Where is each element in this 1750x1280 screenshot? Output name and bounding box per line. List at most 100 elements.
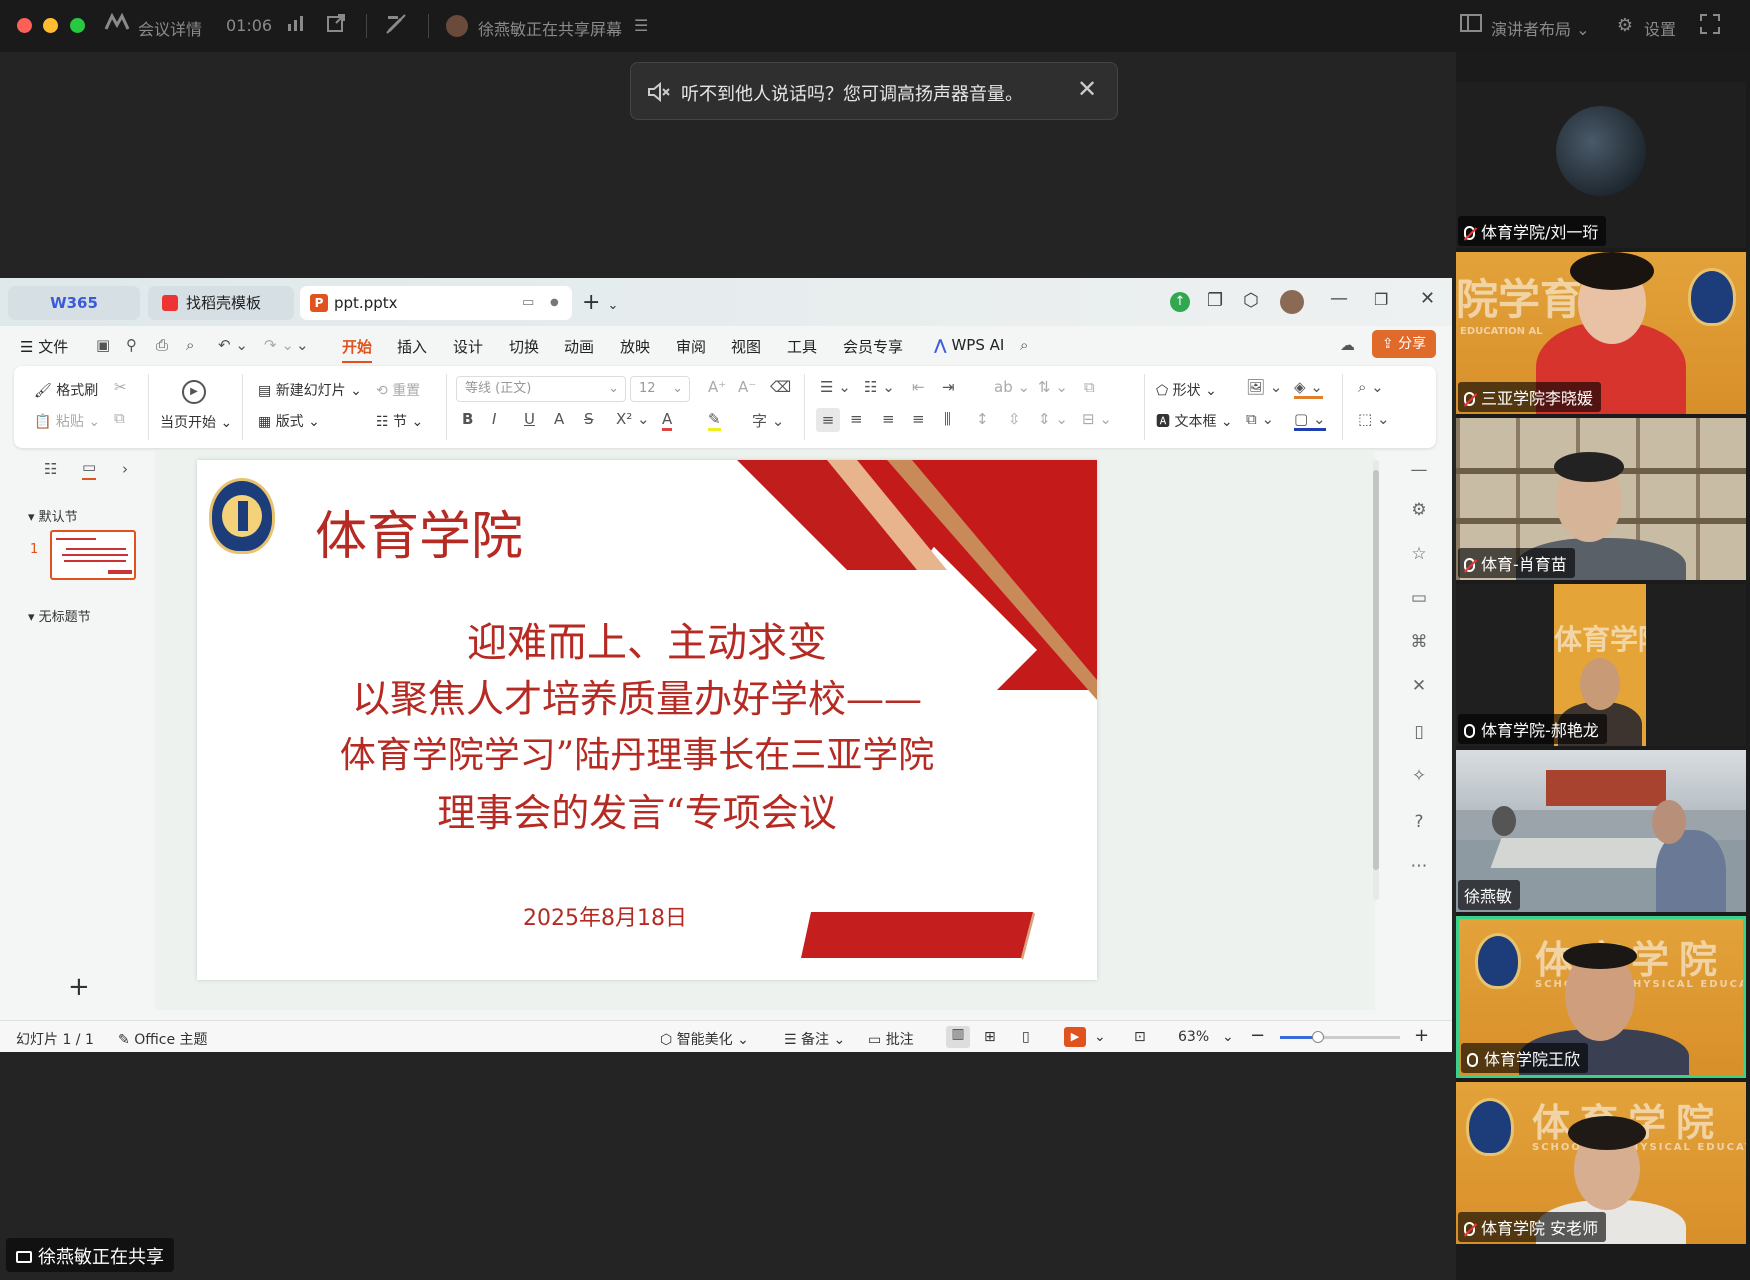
thumbnail-view-icon[interactable]: ▭ — [82, 458, 97, 480]
close-window-button[interactable] — [17, 18, 32, 33]
expand-pane-icon[interactable]: › — [122, 460, 128, 478]
collapse-icon[interactable]: — — [1407, 460, 1431, 484]
layout-button[interactable]: 演讲者布局 ⌄ — [1491, 16, 1590, 40]
minimize-window-button[interactable] — [43, 18, 58, 33]
tab-w365[interactable]: W365 — [8, 286, 140, 320]
participant-tile[interactable]: 体育学院 体育学院-郝艳龙 — [1456, 584, 1746, 746]
font-size-select[interactable]: 12 ⌄ — [630, 376, 690, 402]
strikethrough-icon[interactable]: S — [584, 410, 594, 428]
numbering-icon[interactable]: ☷ ⌄ — [864, 378, 895, 396]
book-icon[interactable]: ▯ — [1407, 722, 1431, 746]
upload-icon[interactable]: ↑ — [1170, 292, 1190, 312]
slide[interactable]: 体育学院 迎难而上、主动求变 以聚焦人才培养质量办好学校—— 体育学院学习”陆丹… — [197, 460, 1097, 980]
decrease-indent-icon[interactable]: ⇤ — [912, 378, 925, 396]
highlight-icon[interactable]: ✎ — [708, 410, 721, 431]
superscript-icon[interactable]: X² ⌄ — [616, 410, 650, 428]
file-menu[interactable]: ☰ 文件 — [20, 336, 68, 357]
settings-button[interactable]: 设置 — [1644, 16, 1676, 40]
slideshow-play-icon[interactable]: ▶ — [1064, 1027, 1086, 1047]
participant-tile-active[interactable]: 体育学院 SCHOOL OF PHYSICAL EDUCATION 体育学院王欣 — [1456, 916, 1746, 1078]
reading-view-icon[interactable]: ▯ — [1022, 1029, 1030, 1045]
gear-icon[interactable]: ⚙ — [1612, 13, 1638, 39]
save-icon[interactable]: ▣ — [96, 336, 110, 354]
section-dropdown[interactable]: ☷ 节 ⌄ — [376, 411, 423, 431]
participant-tile[interactable]: 院学育 EDUCATION AL 三亚学院李晓媛 — [1456, 252, 1746, 414]
phonetic-icon[interactable]: 字 ⌄ — [752, 410, 784, 431]
user-avatar[interactable] — [1280, 290, 1304, 314]
smart-beautify-button[interactable]: ⬡ 智能美化 ⌄ — [660, 1029, 749, 1049]
redo-icon[interactable]: ↷ ⌄ — [264, 336, 294, 354]
section-untitled[interactable]: ▾ 无标题节 — [28, 606, 91, 625]
play-icon[interactable]: ▶ — [182, 380, 206, 404]
tab-tools[interactable]: 工具 — [787, 336, 817, 357]
tab-insert[interactable]: 插入 — [397, 336, 427, 357]
section-default[interactable]: ▾ 默认节 — [28, 506, 78, 525]
text-direction-icon[interactable]: ab ⌄ — [994, 378, 1030, 396]
arrange-icon[interactable]: ⧉ ⌄ — [1246, 410, 1274, 428]
zoom-out-button[interactable]: − — [1250, 1025, 1265, 1046]
monitor-icon[interactable]: ▭ — [522, 286, 534, 320]
format-painter-button[interactable]: 🖌 格式刷 — [34, 380, 98, 400]
undo-icon[interactable]: ↶ ⌄ — [218, 336, 248, 354]
fill-icon[interactable]: ◈ ⌄ — [1294, 378, 1323, 399]
increase-indent-icon[interactable]: ⇥ — [942, 378, 955, 396]
tab-docer-templates[interactable]: 找稻壳模板 — [148, 286, 294, 320]
effects-icon[interactable]: ✧ — [1407, 766, 1431, 790]
zoom-value[interactable]: 63% — [1178, 1029, 1209, 1045]
align-left-icon[interactable]: ≡ — [816, 408, 840, 432]
clear-format-icon[interactable]: ⌫ — [770, 378, 791, 396]
picture-icon[interactable]: 🖼 ⌄ — [1246, 378, 1282, 396]
layout-dropdown[interactable]: ▦ 版式 ⌄ — [258, 411, 320, 431]
new-slide-button[interactable]: ▤ 新建幻灯片 ⌄ — [258, 380, 362, 400]
share-button[interactable]: ⇪ 分享 — [1372, 330, 1436, 358]
italic-icon[interactable]: I — [492, 410, 496, 428]
annotation-off-icon[interactable] — [383, 13, 409, 39]
wps-ai-button[interactable]: ⋀ WPS AI — [934, 336, 1004, 354]
cloud-icon[interactable]: ☁ — [1340, 336, 1355, 354]
tab-membership[interactable]: 会员专享 — [843, 336, 903, 357]
distribute-icon[interactable]: ⫼ — [944, 410, 951, 428]
new-tab-button[interactable]: + ⌄ — [582, 290, 618, 315]
underline-icon[interactable]: U — [524, 410, 535, 428]
minimize-icon[interactable]: — — [1330, 288, 1348, 309]
shape-button[interactable]: ⬠ 形状 ⌄ — [1156, 380, 1217, 400]
zoom-in-button[interactable]: + — [1414, 1025, 1429, 1046]
popout-icon[interactable] — [323, 13, 349, 39]
print-icon[interactable]: ⎙ — [156, 336, 168, 354]
star-icon[interactable]: ☆ — [1407, 544, 1431, 568]
help-icon[interactable]: ? — [1407, 812, 1431, 836]
text-effect-icon[interactable]: A — [554, 410, 564, 428]
comment-icon[interactable]: ▭ — [1407, 588, 1431, 612]
tab-view[interactable]: 视图 — [731, 336, 761, 357]
vertical-scrollbar[interactable] — [1373, 460, 1379, 900]
column-icon[interactable]: ⇕ ⌄ — [1038, 410, 1068, 428]
convert-icon[interactable]: ⧉ — [1084, 378, 1095, 396]
comments-button[interactable]: ▭ 批注 — [868, 1029, 914, 1049]
line-spacing-icon[interactable]: ↕ — [976, 410, 989, 428]
properties-icon[interactable]: ⚙ — [1407, 500, 1431, 524]
text-align-icon[interactable]: ⊟ ⌄ — [1082, 410, 1112, 428]
tab-home[interactable]: 开始 — [342, 336, 373, 363]
paragraph-spacing-icon[interactable]: ⇳ — [1008, 410, 1021, 428]
link-icon[interactable]: ⚲ — [126, 336, 137, 354]
add-slide-button[interactable]: + — [68, 972, 90, 1002]
outline-view-icon[interactable]: ☷ — [44, 460, 57, 478]
tab-animations[interactable]: 动画 — [564, 336, 594, 357]
more-options-icon[interactable]: ⋯ — [1407, 856, 1431, 880]
theme-label[interactable]: ✎ Office 主题 — [118, 1029, 208, 1049]
copy-icon[interactable]: ⧉ — [114, 409, 125, 427]
fullscreen-icon[interactable] — [1697, 13, 1723, 39]
find-icon[interactable]: ⌕ ⌄ — [1358, 378, 1384, 396]
toast-close-icon[interactable]: ✕ — [1077, 75, 1097, 103]
tab-design[interactable]: 设计 — [453, 336, 483, 357]
slideshow-dropdown[interactable]: ⌄ — [1094, 1029, 1106, 1045]
font-family-select[interactable]: 等线 (正文) ⌄ — [456, 376, 626, 402]
justify-icon[interactable]: ≡ — [912, 410, 925, 428]
zoom-window-button[interactable] — [70, 18, 85, 33]
grow-font-icon[interactable]: A⁺ — [708, 378, 726, 396]
cut-icon[interactable]: ✂ — [114, 378, 127, 396]
print-preview-icon[interactable]: ⌕ — [186, 336, 194, 354]
slide-thumbnail[interactable] — [50, 530, 136, 580]
ai-icon[interactable]: ⌘ — [1407, 632, 1431, 656]
notes-button[interactable]: ☰ 备注 ⌄ — [784, 1029, 845, 1049]
